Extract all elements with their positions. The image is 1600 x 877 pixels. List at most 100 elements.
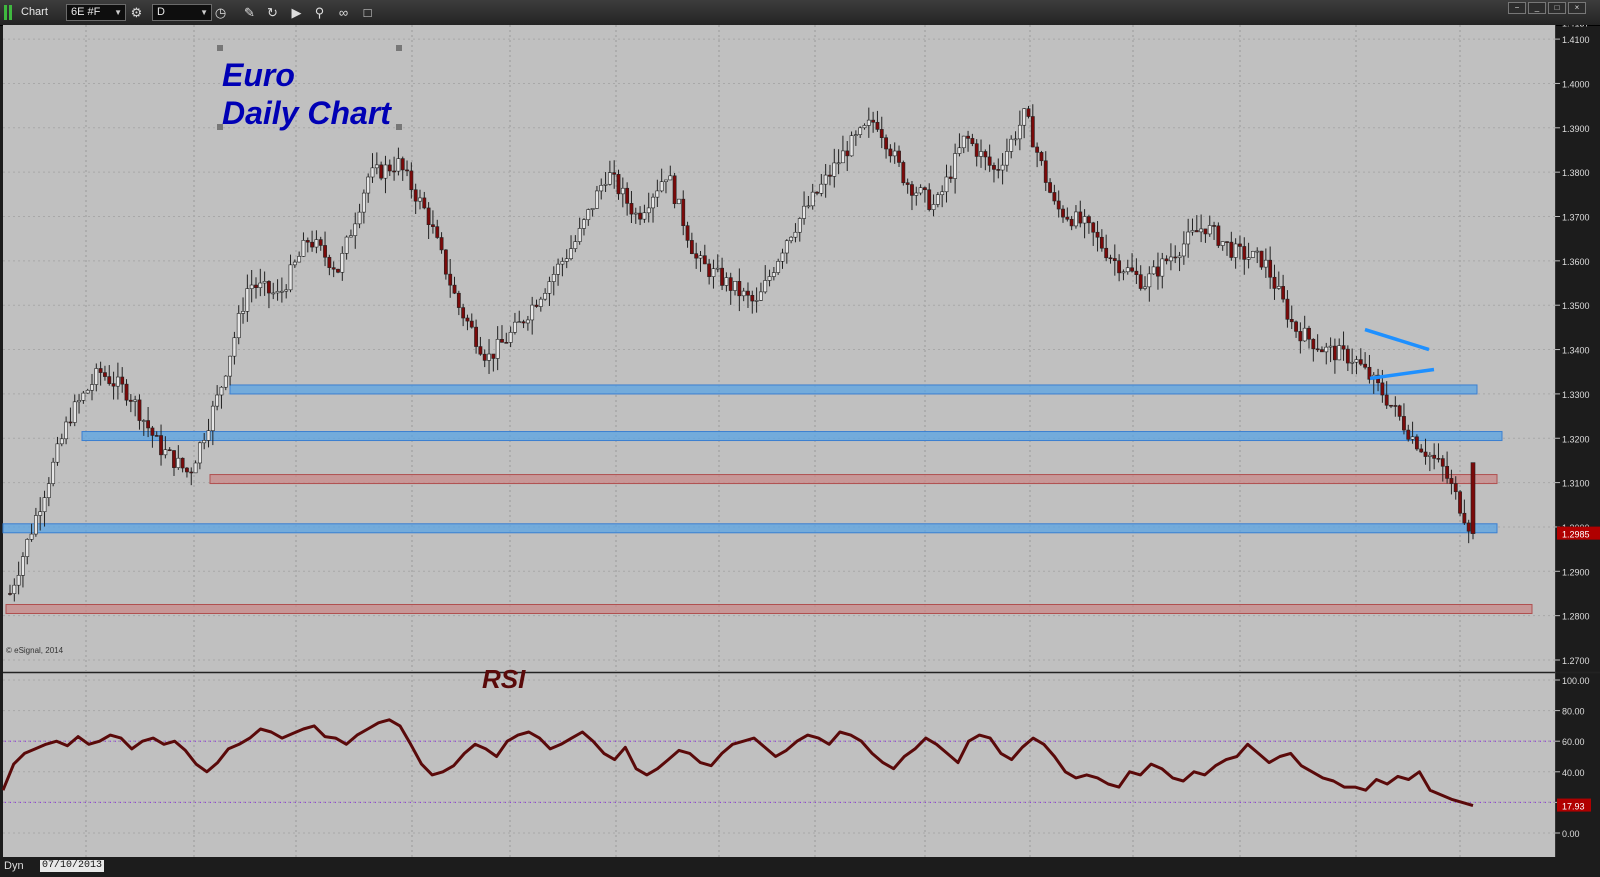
up-candle: [607, 172, 612, 185]
down-candle: [888, 148, 893, 157]
up-candle: [543, 292, 548, 300]
down-candle: [146, 420, 151, 429]
price-tick-label: 1.3700: [1562, 213, 1590, 223]
up-candle: [573, 241, 578, 249]
rsi-last-label: 17.93: [1562, 802, 1585, 812]
up-candle: [556, 263, 560, 275]
down-candle: [1030, 116, 1035, 148]
down-candle: [1402, 416, 1406, 431]
up-candle: [275, 291, 280, 294]
symbol-dropdown[interactable]: 6E #F ▼: [66, 4, 126, 21]
down-candle: [1056, 200, 1061, 210]
down-candle: [172, 450, 176, 468]
up-candle: [940, 191, 945, 196]
interval-dropdown[interactable]: D ▼: [152, 4, 212, 21]
up-candle: [141, 420, 146, 422]
up-candle: [733, 281, 737, 291]
down-candle: [685, 225, 690, 241]
up-candle: [1022, 108, 1027, 126]
down-candle: [1268, 259, 1273, 278]
up-candle: [232, 337, 237, 357]
up-candle: [582, 219, 586, 229]
up-candle: [279, 290, 284, 293]
title-bar: Chart 6E #F ▼ D ▼ ⚙ ◷ ✎ ↻ ▶ ⚲ ∞ □ − _ □ …: [0, 0, 1600, 26]
up-candle: [292, 261, 297, 266]
down-candle: [482, 353, 487, 361]
up-candle: [85, 389, 90, 394]
down-candle: [1212, 225, 1216, 227]
selection-handle[interactable]: [217, 45, 223, 51]
down-candle: [750, 295, 755, 302]
selection-handle[interactable]: [396, 124, 402, 130]
up-candle: [297, 256, 302, 263]
down-candle: [189, 471, 194, 474]
up-candle: [646, 207, 651, 214]
up-candle: [849, 135, 854, 157]
down-candle: [905, 182, 910, 185]
restore-icon[interactable]: −: [1508, 2, 1526, 14]
clock-icon[interactable]: ◷: [211, 4, 230, 21]
down-candle: [970, 138, 975, 145]
up-candle: [698, 255, 703, 259]
rsi-tick-label: 0.00: [1562, 829, 1580, 839]
up-candle: [836, 162, 841, 165]
down-candle: [1130, 267, 1134, 272]
rsi-tick-label: 100.00: [1562, 676, 1590, 686]
down-candle: [1419, 448, 1424, 453]
down-candle: [1061, 208, 1065, 218]
symbol-value: 6E #F: [71, 6, 101, 18]
price-tick-label: 1.3300: [1562, 390, 1590, 400]
chart-app-icon: [4, 5, 15, 20]
up-candle: [892, 150, 897, 157]
down-candle: [1048, 182, 1052, 193]
up-candle: [223, 375, 228, 388]
up-candle: [1074, 211, 1078, 227]
selection-handle[interactable]: [396, 45, 402, 51]
down-candle: [439, 237, 444, 251]
minimize-icon[interactable]: _: [1528, 2, 1546, 14]
down-candle: [996, 169, 1001, 171]
date-box[interactable]: 07/10/2013: [40, 860, 105, 872]
down-candle: [720, 267, 724, 286]
down-candle: [1065, 216, 1070, 220]
up-candle: [538, 298, 543, 307]
play-icon[interactable]: ▶: [287, 4, 306, 21]
down-candle: [1194, 230, 1199, 233]
down-candle: [1294, 321, 1298, 332]
dyn-label[interactable]: Dyn: [4, 860, 24, 872]
maximize-icon[interactable]: □: [1548, 2, 1566, 14]
pencil-icon[interactable]: ✎: [240, 4, 259, 21]
settings-gear-icon[interactable]: ⚙: [127, 4, 146, 21]
comment-icon[interactable]: □: [358, 4, 377, 21]
resistance-band: [5, 603, 1533, 614]
down-candle: [387, 164, 392, 172]
down-candle: [815, 191, 819, 194]
chain-icon[interactable]: ∞: [334, 4, 353, 21]
down-candle: [1238, 243, 1242, 247]
chart-area[interactable]: 1.4100 1.4000 1.3900 1.3800 1.3700 1.3600 1.35…: [0, 25, 1600, 857]
selection-handle[interactable]: [217, 124, 223, 130]
up-candle: [210, 405, 215, 431]
zoom-icon[interactable]: ⚲: [310, 4, 329, 21]
down-candle: [728, 277, 733, 291]
up-candle: [288, 264, 293, 291]
down-candle: [521, 321, 526, 324]
down-candle: [8, 593, 12, 595]
down-candle: [1112, 258, 1117, 261]
up-candle: [344, 236, 349, 254]
up-candle: [530, 304, 535, 321]
rsi-panel[interactable]: [3, 673, 1555, 857]
down-candle: [456, 292, 461, 308]
down-candle: [465, 317, 470, 322]
up-candle: [853, 134, 858, 136]
down-candle: [689, 240, 694, 254]
up-candle: [81, 392, 86, 401]
up-candle: [944, 176, 949, 193]
up-candle: [1207, 225, 1212, 235]
up-candle: [633, 212, 638, 215]
up-candle: [202, 440, 207, 444]
up-candle: [33, 515, 38, 535]
up-candle: [1246, 257, 1251, 260]
close-icon[interactable]: ×: [1568, 2, 1586, 14]
refresh-icon[interactable]: ↻: [263, 4, 282, 21]
